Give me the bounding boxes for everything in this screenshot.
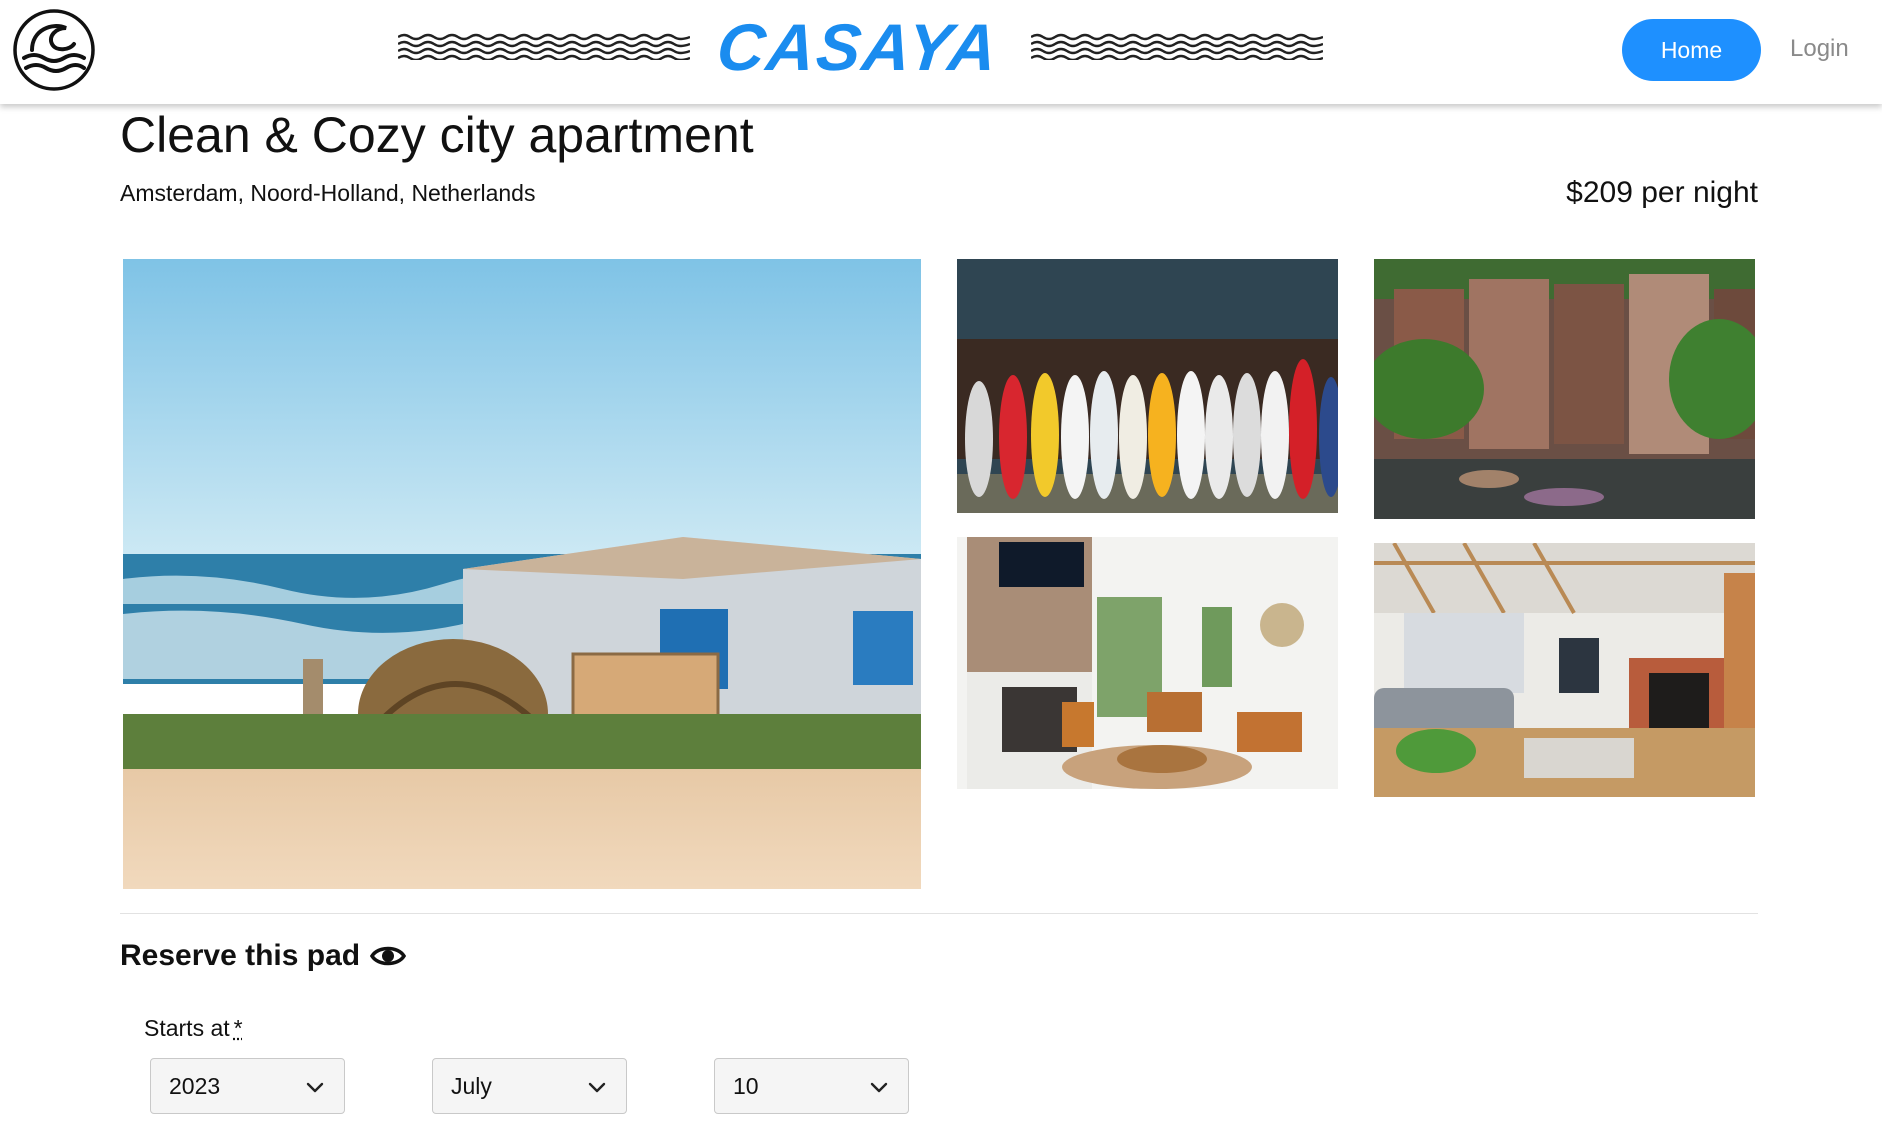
site-header: CASAYA Home Login (0, 0, 1882, 104)
gallery-surfboards-photo[interactable] (957, 259, 1338, 513)
listing-title: Clean & Cozy city apartment (120, 107, 754, 163)
starts-at-label: Starts at * (144, 1012, 243, 1044)
reserve-heading: Reserve this pad (120, 936, 407, 976)
gallery-main-photo[interactable] (123, 259, 921, 889)
listing-location: Amsterdam, Noord-Holland, Netherlands (120, 180, 536, 206)
reserve-heading-text: Reserve this pad (120, 939, 361, 972)
month-select[interactable]: July (432, 1058, 627, 1114)
chevron-down-icon (588, 1082, 606, 1093)
starts-at-text: Starts at (144, 1015, 230, 1041)
wave-decoration-left (398, 33, 690, 60)
login-link[interactable]: Login (1790, 33, 1849, 65)
eye-icon[interactable] (370, 938, 407, 974)
section-divider (120, 913, 1758, 914)
day-value: 10 (733, 1073, 759, 1099)
gallery-canal-houses-photo[interactable] (1374, 259, 1755, 519)
year-value: 2023 (169, 1073, 221, 1099)
chevron-down-icon (870, 1082, 888, 1093)
listing-price: $209 per night (1566, 176, 1758, 209)
wave-decoration-right (1031, 33, 1323, 60)
year-select[interactable]: 2023 (150, 1058, 345, 1114)
brand-wordmark[interactable]: CASAYA (708, 10, 1007, 84)
required-marker: * (233, 1015, 243, 1041)
home-button[interactable]: Home (1622, 19, 1761, 81)
chevron-down-icon (306, 1082, 324, 1093)
gallery-living-room-photo[interactable] (957, 537, 1338, 789)
gallery-lounge-photo[interactable] (1374, 543, 1755, 797)
month-value: July (451, 1073, 492, 1099)
wave-logo-icon[interactable] (12, 8, 96, 92)
day-select[interactable]: 10 (714, 1058, 909, 1114)
